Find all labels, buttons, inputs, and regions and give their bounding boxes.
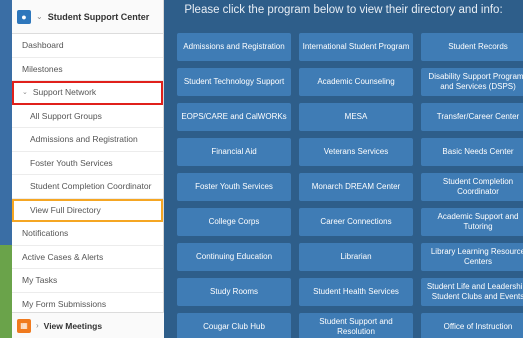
program-button-international-student-program[interactable]: International Student Program: [299, 33, 413, 61]
sidebar-item-label: Student Completion Coordinator: [30, 181, 152, 192]
sidebar-item-active-cases-alerts[interactable]: Active Cases & Alerts: [12, 246, 163, 269]
sidebar-item-label: All Support Groups: [30, 110, 102, 121]
sidebar-item-label: Admissions and Registration: [30, 134, 138, 145]
program-button-academic-counseling[interactable]: Academic Counseling: [299, 68, 413, 96]
chevron-down-icon: ⌄: [36, 12, 43, 21]
program-button-continuing-education[interactable]: Continuing Education: [177, 243, 291, 271]
sidebar-item-label: Notifications: [22, 228, 69, 239]
sidebar-item-label: Dashboard: [22, 40, 64, 51]
program-button-college-corps[interactable]: College Corps: [177, 208, 291, 236]
program-button-basic-needs-center[interactable]: Basic Needs Center: [421, 138, 523, 166]
sidebar-item-milestones[interactable]: Milestones: [12, 58, 163, 81]
program-button-grid: Admissions and Registration Internationa…: [177, 33, 523, 338]
program-button-transfer-career-center[interactable]: Transfer/Career Center: [421, 103, 523, 131]
program-button-study-rooms[interactable]: Study Rooms: [177, 278, 291, 306]
sidebar-item-dashboard[interactable]: Dashboard: [12, 34, 163, 58]
program-button-cougar-club-hub[interactable]: Cougar Club Hub: [177, 313, 291, 338]
calendar-icon: ▦: [17, 318, 31, 333]
program-button-office-of-instruction[interactable]: Office of Instruction: [421, 313, 523, 338]
program-button-library-learning-resource-centers[interactable]: Library Learning Resource Centers: [421, 243, 523, 271]
program-button-veterans-services[interactable]: Veterans Services: [299, 138, 413, 166]
chevron-down-icon: ⌄: [22, 89, 28, 97]
sidebar-item-support-network[interactable]: ⌄ Support Network: [12, 81, 163, 105]
sidebar-item-label: Active Cases & Alerts: [22, 251, 104, 262]
program-button-student-records[interactable]: Student Records: [421, 33, 523, 61]
directory-panel: Please click the program below to view t…: [164, 0, 523, 338]
program-button-student-completion-coordinator[interactable]: Student Completion Coordinator: [421, 173, 523, 201]
sidebar-item-label: View Full Directory: [30, 204, 101, 215]
program-button-career-connections[interactable]: Career Connections: [299, 208, 413, 236]
program-button-monarch-dream-center[interactable]: Monarch DREAM Center: [299, 173, 413, 201]
sidebar-item-my-tasks[interactable]: My Tasks: [12, 269, 163, 293]
program-button-dsps[interactable]: Disability Support Programs and Services…: [421, 68, 523, 96]
user-icon: ●: [17, 9, 31, 24]
program-button-mesa[interactable]: MESA: [299, 103, 413, 131]
sidebar-header[interactable]: ● ⌄ Student Support Center: [12, 0, 163, 34]
program-button-student-technology-support[interactable]: Student Technology Support: [177, 68, 291, 96]
sidebar-item-view-full-directory[interactable]: View Full Directory: [12, 198, 163, 222]
program-button-student-life-and-leadership[interactable]: Student Life and Leadership: Student Clu…: [421, 278, 523, 306]
sidebar-item-label: My Tasks: [22, 275, 58, 286]
program-button-student-support-and-resolution[interactable]: Student Support and Resolution: [299, 313, 413, 338]
sidebar-item-label: Support Network: [32, 87, 97, 98]
sidebar-item-student-completion-coordinator[interactable]: Student Completion Coordinator: [12, 175, 163, 199]
program-button-admissions-and-registration[interactable]: Admissions and Registration: [177, 33, 291, 61]
program-button-foster-youth-services[interactable]: Foster Youth Services: [177, 173, 291, 201]
program-button-student-health-services[interactable]: Student Health Services: [299, 278, 413, 306]
program-button-eops-care-calworks[interactable]: EOPS/CARE and CalWORKs: [177, 103, 291, 131]
program-button-academic-support-and-tutoring[interactable]: Academic Support and Tutoring: [421, 208, 523, 236]
program-button-financial-aid[interactable]: Financial Aid: [177, 138, 291, 166]
sidebar-footer-title: View Meetings: [43, 320, 103, 331]
chevron-right-icon: ›: [36, 321, 39, 330]
backdrop-green-patch: [0, 245, 12, 338]
sidebar-header-title: Student Support Center: [47, 11, 150, 22]
sidebar: ● ⌄ Student Support Center Dashboard Mil…: [12, 0, 164, 338]
sidebar-footer-view-meetings[interactable]: ▦ › View Meetings: [12, 312, 164, 338]
page-backdrop: [0, 0, 12, 338]
page-title: Please click the program below to view t…: [184, 4, 503, 16]
sidebar-item-label: Milestones: [22, 63, 63, 74]
sidebar-item-label: My Form Submissions: [22, 298, 107, 309]
program-button-librarian[interactable]: Librarian: [299, 243, 413, 271]
sidebar-item-all-support-groups[interactable]: All Support Groups: [12, 105, 163, 128]
sidebar-item-notifications[interactable]: Notifications: [12, 222, 163, 246]
sidebar-item-foster-youth-services[interactable]: Foster Youth Services: [12, 152, 163, 175]
sidebar-item-label: Foster Youth Services: [30, 157, 113, 168]
sidebar-item-admissions-and-registration[interactable]: Admissions and Registration: [12, 128, 163, 152]
